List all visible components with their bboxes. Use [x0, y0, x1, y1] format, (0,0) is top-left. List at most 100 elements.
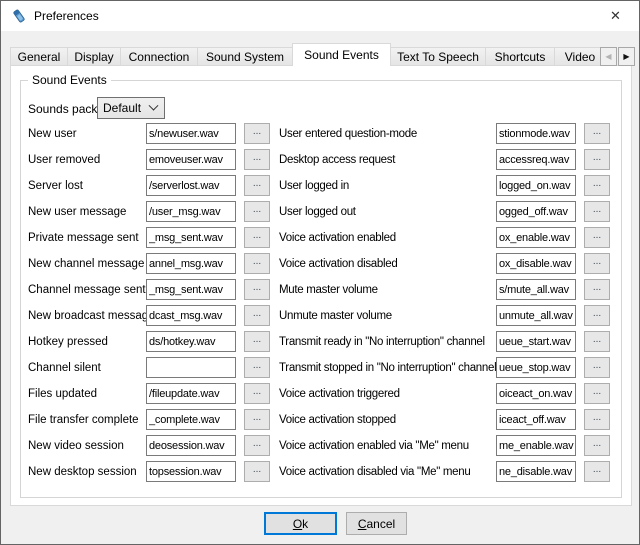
left-event-label: New user message	[28, 206, 146, 218]
left-event-sound-file-input[interactable]	[146, 201, 236, 222]
preferences-dialog: Preferences ✕ General Display Connection…	[0, 0, 640, 545]
tab-general[interactable]: General	[10, 47, 68, 66]
left-event-label: New user	[28, 128, 146, 140]
right-event-sound-file-input[interactable]	[496, 175, 576, 196]
right-event-sound-file-input[interactable]	[496, 279, 576, 300]
close-button[interactable]: ✕	[593, 1, 638, 30]
cancel-button-label: Cancel	[358, 517, 395, 531]
chevron-down-icon	[149, 100, 159, 110]
right-event-browse-button[interactable]: ...	[584, 201, 610, 222]
left-event-sound-file-input[interactable]	[146, 409, 236, 430]
left-event-label: Server lost	[28, 180, 146, 192]
left-event-row: New user...	[28, 123, 270, 144]
left-event-sound-file-input[interactable]	[146, 305, 236, 326]
right-event-sound-file-input[interactable]	[496, 383, 576, 404]
left-event-browse-button[interactable]: ...	[244, 461, 270, 482]
right-event-row: Transmit stopped in "No interruption" ch…	[279, 357, 613, 378]
left-event-label: New broadcast message	[28, 310, 146, 322]
right-event-browse-button[interactable]: ...	[584, 123, 610, 144]
right-event-browse-button[interactable]: ...	[584, 175, 610, 196]
tab-connection[interactable]: Connection	[120, 47, 198, 66]
right-event-sound-file-input[interactable]	[496, 331, 576, 352]
left-event-browse-button[interactable]: ...	[244, 123, 270, 144]
right-event-browse-button[interactable]: ...	[584, 435, 610, 456]
right-event-sound-file-input[interactable]	[496, 357, 576, 378]
right-event-row: Transmit ready in "No interruption" chan…	[279, 331, 613, 352]
ok-button[interactable]: Ok	[264, 512, 337, 535]
event-column-right: User entered question-mode... Desktop acc…	[279, 123, 613, 487]
right-event-browse-button[interactable]: ...	[584, 461, 610, 482]
right-event-browse-button[interactable]: ...	[584, 279, 610, 300]
left-event-sound-file-input[interactable]	[146, 357, 236, 378]
left-event-browse-button[interactable]: ...	[244, 357, 270, 378]
right-event-sound-file-input[interactable]	[496, 201, 576, 222]
right-event-browse-button[interactable]: ...	[584, 149, 610, 170]
arrow-left-icon: ◀	[605, 52, 611, 61]
left-event-label: New video session	[28, 440, 146, 452]
left-event-browse-button[interactable]: ...	[244, 305, 270, 326]
left-event-row: New channel message...	[28, 253, 270, 274]
cancel-button[interactable]: Cancel	[346, 512, 407, 535]
sounds-pack-combobox[interactable]: Default	[97, 97, 165, 119]
left-event-sound-file-input[interactable]	[146, 149, 236, 170]
right-event-sound-file-input[interactable]	[496, 227, 576, 248]
right-event-label: Mute master volume	[279, 284, 496, 296]
left-event-sound-file-input[interactable]	[146, 175, 236, 196]
right-event-row: Desktop access request...	[279, 149, 613, 170]
left-event-browse-button[interactable]: ...	[244, 175, 270, 196]
left-event-sound-file-input[interactable]	[146, 383, 236, 404]
right-event-row: User entered question-mode...	[279, 123, 613, 144]
right-event-browse-button[interactable]: ...	[584, 305, 610, 326]
right-event-browse-button[interactable]: ...	[584, 409, 610, 430]
right-event-sound-file-input[interactable]	[496, 253, 576, 274]
left-event-sound-file-input[interactable]	[146, 461, 236, 482]
left-event-browse-button[interactable]: ...	[244, 227, 270, 248]
right-event-row: Unmute master volume...	[279, 305, 613, 326]
left-event-row: New user message...	[28, 201, 270, 222]
left-event-browse-button[interactable]: ...	[244, 253, 270, 274]
right-event-sound-file-input[interactable]	[496, 305, 576, 326]
left-event-browse-button[interactable]: ...	[244, 149, 270, 170]
left-event-label: File transfer complete	[28, 414, 146, 426]
tab-shortcuts[interactable]: Shortcuts	[485, 47, 555, 66]
right-event-label: Voice activation disabled	[279, 258, 496, 270]
left-event-browse-button[interactable]: ...	[244, 383, 270, 404]
left-event-browse-button[interactable]: ...	[244, 409, 270, 430]
left-event-sound-file-input[interactable]	[146, 331, 236, 352]
tab-display[interactable]: Display	[67, 47, 121, 66]
right-event-label: Voice activation stopped	[279, 414, 496, 426]
left-event-label: Private message sent	[28, 232, 146, 244]
right-event-row: Voice activation disabled...	[279, 253, 613, 274]
right-event-label: Voice activation triggered	[279, 388, 496, 400]
right-event-sound-file-input[interactable]	[496, 123, 576, 144]
right-event-browse-button[interactable]: ...	[584, 357, 610, 378]
left-event-sound-file-input[interactable]	[146, 123, 236, 144]
right-event-sound-file-input[interactable]	[496, 461, 576, 482]
arrow-right-icon: ▶	[623, 52, 629, 61]
left-event-row: Channel message sent...	[28, 279, 270, 300]
left-event-sound-file-input[interactable]	[146, 227, 236, 248]
left-event-sound-file-input[interactable]	[146, 279, 236, 300]
right-event-sound-file-input[interactable]	[496, 149, 576, 170]
left-event-browse-button[interactable]: ...	[244, 279, 270, 300]
left-event-sound-file-input[interactable]	[146, 435, 236, 456]
left-event-browse-button[interactable]: ...	[244, 331, 270, 352]
right-event-sound-file-input[interactable]	[496, 409, 576, 430]
left-event-browse-button[interactable]: ...	[244, 435, 270, 456]
tab-scroll-right-button[interactable]: ▶	[618, 47, 635, 66]
tab-sound-events[interactable]: Sound Events	[292, 43, 391, 66]
right-event-browse-button[interactable]: ...	[584, 227, 610, 248]
right-event-browse-button[interactable]: ...	[584, 253, 610, 274]
left-event-sound-file-input[interactable]	[146, 253, 236, 274]
right-event-sound-file-input[interactable]	[496, 435, 576, 456]
tab-video[interactable]: Video	[554, 47, 606, 66]
left-event-browse-button[interactable]: ...	[244, 201, 270, 222]
right-event-browse-button[interactable]: ...	[584, 331, 610, 352]
right-event-browse-button[interactable]: ...	[584, 383, 610, 404]
left-event-row: Channel silent...	[28, 357, 270, 378]
right-event-row: Voice activation stopped...	[279, 409, 613, 430]
left-event-row: Hotkey pressed...	[28, 331, 270, 352]
tab-text-to-speech[interactable]: Text To Speech	[390, 47, 486, 66]
right-event-label: Voice activation disabled via "Me" menu	[279, 466, 496, 478]
tab-sound-system[interactable]: Sound System	[197, 47, 293, 66]
